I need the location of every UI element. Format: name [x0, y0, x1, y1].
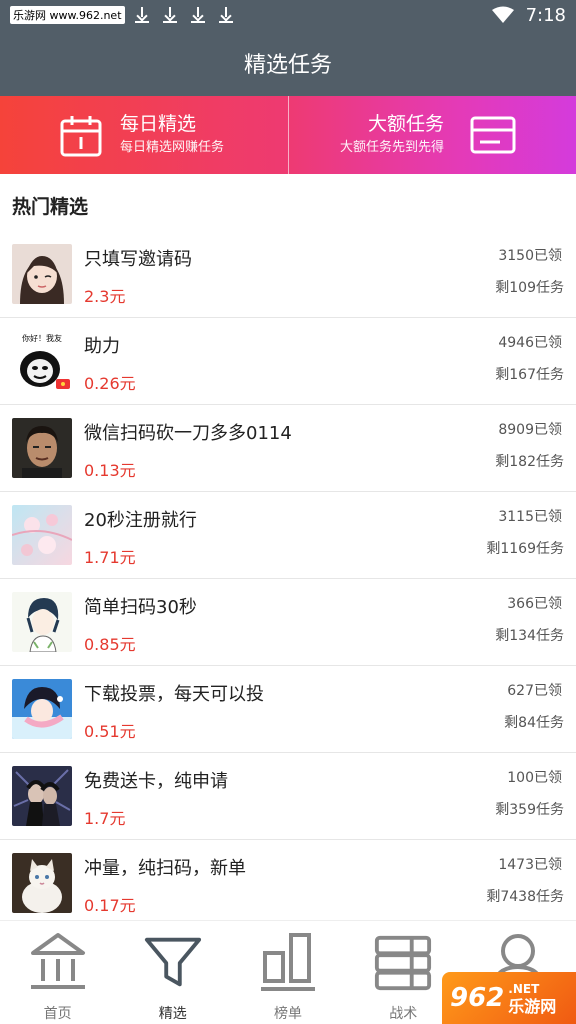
category-banner: 每日精选 每日精选网赚任务 大额任务 大额任务先到先得 [0, 96, 576, 174]
watermark-number: 962 [450, 983, 505, 1013]
task-name: 免费送卡，纯申请 [84, 771, 228, 792]
task-row[interactable]: 你好！我友 助力 0.26元 4946已领 剩167任务 [0, 318, 576, 405]
task-claimed-count: 100已领 [507, 770, 562, 786]
task-thumbnail [12, 418, 72, 478]
task-claimed-count: 1473已领 [498, 857, 562, 873]
task-price: 0.85元 [84, 635, 136, 654]
task-row[interactable]: 简单扫码30秒 0.85元 366已领 剩134任务 [0, 579, 576, 666]
task-remaining-count: 剩84任务 [504, 715, 564, 731]
task-remaining-count: 剩7438任务 [486, 889, 564, 905]
task-price: 0.51元 [84, 722, 136, 741]
tab-home[interactable]: 首页 [0, 921, 115, 1024]
task-claimed-count: 3115已领 [498, 509, 562, 525]
task-price: 0.26元 [84, 374, 136, 393]
tab-label: 榜单 [274, 1006, 302, 1022]
thumbnail-caption: 你好！我友 [22, 333, 62, 343]
task-remaining-count: 剩359任务 [495, 802, 564, 818]
task-name: 下载投票，每天可以投 [84, 684, 264, 705]
big-tasks-subtitle: 大额任务先到先得 [339, 140, 444, 155]
status-bar: 乐游网 www.962.net 7:18 [0, 0, 576, 30]
funnel-icon [143, 929, 203, 995]
watermark-label: 乐游网 www.962.net [10, 6, 125, 24]
task-thumbnail [12, 505, 72, 565]
task-name: 简单扫码30秒 [84, 597, 197, 618]
task-name: 微信扫码砍一刀多多0114 [84, 423, 292, 444]
task-claimed-count: 4946已领 [498, 335, 562, 351]
task-name: 20秒注册就行 [84, 510, 197, 531]
task-claimed-count: 3150已领 [498, 248, 562, 264]
wifi-icon [491, 6, 514, 23]
download-icon [190, 7, 205, 23]
task-thumbnail [12, 244, 72, 304]
task-price: 0.17元 [84, 896, 136, 915]
task-price: 1.71元 [84, 548, 136, 567]
task-row[interactable]: 20秒注册就行 1.71元 3115已领 剩1169任务 [0, 492, 576, 579]
tab-label: 战术 [389, 1006, 418, 1022]
task-claimed-count: 627已领 [507, 683, 562, 699]
task-row[interactable]: 只填写邀请码 2.3元 3150已领 剩109任务 [0, 231, 576, 318]
task-row[interactable]: 冲量，纯扫码，新单 0.17元 1473已领 剩7438任务 [0, 840, 576, 927]
task-thumbnail [12, 679, 72, 739]
clock: 7:18 [525, 4, 566, 26]
calendar-icon [60, 116, 102, 157]
tab-featured[interactable]: 精选 [115, 921, 230, 1024]
task-thumbnail [12, 592, 72, 652]
task-claimed-count: 366已领 [507, 596, 562, 612]
tab-label: 首页 [43, 1006, 72, 1022]
task-list: 只填写邀请码 2.3元 3150已领 剩109任务 你好！我友 助力 0.26元… [0, 231, 576, 927]
section-title: 热门精选 [12, 196, 89, 218]
ranking-icon [258, 929, 318, 995]
task-row[interactable]: 微信扫码砍一刀多多0114 0.13元 8909已领 剩182任务 [0, 405, 576, 492]
task-thumbnail: 你好！我友 [12, 331, 72, 391]
tab-ranking[interactable]: 榜单 [230, 921, 345, 1024]
task-remaining-count: 剩167任务 [495, 367, 564, 383]
task-thumbnail [12, 766, 72, 826]
task-remaining-count: 剩109任务 [495, 280, 564, 296]
task-name: 只填写邀请码 [84, 249, 192, 270]
download-icon [218, 7, 233, 23]
task-claimed-count: 8909已领 [498, 422, 562, 438]
task-name: 助力 [84, 336, 120, 357]
task-remaining-count: 剩1169任务 [486, 541, 564, 557]
corner-watermark: 962 .NET 乐游网 [442, 972, 576, 1024]
daily-picks-button[interactable]: 每日精选 每日精选网赚任务 [0, 96, 288, 174]
daily-picks-subtitle: 每日精选网赚任务 [120, 140, 225, 155]
download-icon [134, 7, 149, 23]
big-tasks-button[interactable]: 大额任务 大额任务先到先得 [289, 96, 576, 174]
task-row[interactable]: 免费送卡，纯申请 1.7元 100已领 剩359任务 [0, 753, 576, 840]
task-price: 1.7元 [84, 809, 126, 828]
watermark-brand: 乐游网 [508, 997, 557, 1016]
home-bank-icon [28, 929, 88, 995]
task-price: 2.3元 [84, 287, 126, 306]
card-icon [470, 116, 516, 154]
page-title: 精选任务 [243, 53, 332, 78]
download-icon [162, 7, 177, 23]
task-remaining-count: 剩134任务 [495, 628, 564, 644]
task-row[interactable]: 下载投票，每天可以投 0.51元 627已领 剩84任务 [0, 666, 576, 753]
watermark-net: .NET [508, 982, 540, 996]
task-price: 0.13元 [84, 461, 136, 480]
task-remaining-count: 剩182任务 [495, 454, 564, 470]
daily-picks-title: 每日精选 [120, 113, 197, 135]
task-thumbnail [12, 853, 72, 913]
page-title-bar: 精选任务 [0, 30, 576, 96]
task-name: 冲量，纯扫码，新单 [84, 858, 246, 879]
notification-icons [134, 7, 233, 23]
tactics-icon [373, 929, 433, 995]
big-tasks-title: 大额任务 [367, 113, 444, 135]
tab-label: 精选 [158, 1006, 187, 1022]
